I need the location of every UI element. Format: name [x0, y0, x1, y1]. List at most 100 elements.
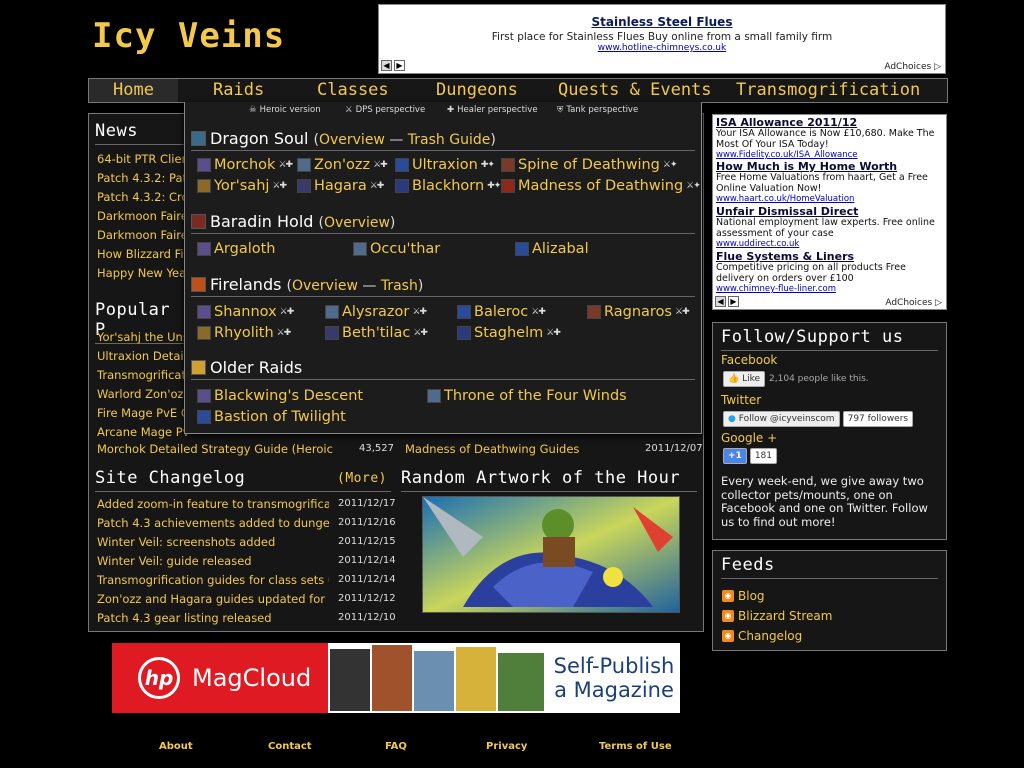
boss-link[interactable]: Staghelm ⚔✚	[457, 325, 561, 341]
side-ad-url[interactable]: www.uddirect.co.uk	[716, 239, 944, 250]
boss-link[interactable]: Throne of the Four Winds	[427, 388, 627, 404]
boss-link[interactable]: Rhyolith ⚔✚	[197, 325, 292, 341]
popular-item-link[interactable]: Warlord Zon'ozz	[97, 387, 189, 403]
news-item-link[interactable]: How Blizzard Fig	[97, 247, 189, 263]
adchoices-link[interactable]: AdChoices ▷	[885, 298, 942, 308]
nav-classes[interactable]: Classes	[317, 80, 389, 100]
role-icons: ⚔✚	[276, 328, 292, 338]
top-ad-url[interactable]: www.hotline-chimneys.co.uk	[379, 43, 945, 53]
footer-about-link[interactable]: About	[159, 741, 193, 752]
boss-link[interactable]: Spine of Deathwing ⚔✦	[501, 157, 677, 173]
popular-item-link[interactable]: Morchok Detailed Strategy Guide (Heroic …	[97, 442, 337, 456]
google-plus-label[interactable]: Google +	[721, 431, 777, 445]
boss-link[interactable]: Argaloth	[197, 241, 276, 257]
top-ad[interactable]: Stainless Steel Flues First place for St…	[378, 4, 946, 74]
facebook-like-button[interactable]: 👍 Like	[723, 371, 766, 387]
feed-link[interactable]: ◉ Blizzard Stream	[722, 609, 832, 623]
boss-link[interactable]: Blackwing's Descent	[197, 388, 363, 404]
boss-link[interactable]: Alizabal	[515, 241, 589, 257]
boss-link[interactable]: Bastion of Twilight	[197, 409, 346, 425]
changelog-item-link[interactable]: Zon'ozz and Hagara guides updated for h.…	[97, 592, 329, 606]
ad-prev-icon[interactable]: ◀	[381, 60, 392, 71]
nav-transmogrification[interactable]: Transmogrification	[736, 80, 920, 100]
changelog-item-date: 2011/12/17	[338, 498, 396, 509]
magcloud-ad[interactable]: hp MagCloud Self-Publish a Magazine	[112, 643, 680, 713]
popular-item-link[interactable]: Yor'sahj the Unsl	[97, 330, 189, 346]
ad-prev-icon[interactable]: ◀	[715, 296, 726, 307]
boss-link[interactable]: Ragnaros ⚔✚	[587, 304, 690, 320]
news-item-link[interactable]: Darkmoon Faire	[97, 228, 189, 244]
footer-contact-link[interactable]: Contact	[268, 741, 312, 752]
changelog-item-link[interactable]: Winter Veil: screenshots added	[97, 535, 329, 549]
news-item-link[interactable]: Happy New Year	[97, 266, 189, 282]
site-logo[interactable]: Icy Veins	[92, 16, 285, 56]
popular-item-link[interactable]: Transmogrificati	[97, 368, 189, 384]
dragon-soul-trash-link[interactable]: Trash Guide	[408, 132, 491, 148]
baradin-overview-link[interactable]: Overview	[324, 215, 390, 231]
boss-link[interactable]: Beth'tilac ⚔✚	[325, 325, 428, 341]
popular-item-link[interactable]: Madness of Deathwing Guides	[405, 442, 579, 456]
nav-dungeons[interactable]: Dungeons	[436, 80, 518, 100]
news-item-link[interactable]: Darkmoon Faire	[97, 209, 189, 225]
side-ad[interactable]: Flue Systems & Liners Competitive pricing…	[716, 251, 944, 295]
side-ad-title[interactable]: Unfair Dismissal Direct	[716, 206, 944, 217]
boss-link[interactable]: Blackhorn ✚✦	[395, 178, 501, 194]
boss-link[interactable]: Madness of Deathwing ⚔✦	[501, 178, 701, 194]
plus-one-button[interactable]: +1	[723, 448, 747, 464]
main-nav: Home Raids Classes Dungeons Quests & Eve…	[88, 78, 948, 103]
boss-link[interactable]: Ultraxion ✚✦	[395, 157, 495, 173]
facebook-label[interactable]: Facebook	[721, 353, 777, 367]
random-artwork-image[interactable]	[422, 496, 680, 613]
boss-portrait-icon	[395, 158, 409, 172]
firelands-overview-link[interactable]: Overview	[292, 278, 358, 294]
top-ad-title[interactable]: Stainless Steel Flues	[379, 15, 945, 29]
news-item-link[interactable]: 64-bit PTR Clien	[97, 152, 189, 168]
ad-next-icon[interactable]: ▶	[394, 60, 405, 71]
firelands-link[interactable]: Firelands	[210, 275, 281, 294]
side-ad-title[interactable]: How Much is My Home Worth	[716, 161, 944, 172]
twitter-follow-button[interactable]: ● Follow @icyveinscom	[723, 411, 840, 427]
firelands-trash-link[interactable]: Trash	[381, 278, 418, 294]
popular-item-link[interactable]: Arcane Mage PvE	[97, 425, 189, 441]
ad-next-icon[interactable]: ▶	[728, 296, 739, 307]
changelog-item-link[interactable]: Added zoom-in feature to transmogrifica.…	[97, 497, 329, 511]
changelog-item-link[interactable]: Winter Veil: guide released	[97, 554, 329, 568]
side-ad[interactable]: ISA Allowance 2011/12 Your ISA Allowance …	[716, 117, 944, 161]
dragon-soul-link[interactable]: Dragon Soul	[210, 129, 308, 148]
popular-item-link[interactable]: Ultraxion Detaile	[97, 349, 189, 365]
changelog-more-link[interactable]: (More)	[337, 471, 387, 486]
side-ad[interactable]: How Much is My Home Worth Free Home Valua…	[716, 161, 944, 205]
footer-terms-link[interactable]: Terms of Use	[599, 741, 672, 752]
side-ad[interactable]: Unfair Dismissal Direct National employme…	[716, 206, 944, 250]
adchoices-link[interactable]: AdChoices ▷	[884, 62, 941, 72]
boss-link[interactable]: Occu'thar	[353, 241, 440, 257]
boss-link[interactable]: Zon'ozz ⚔✚	[297, 157, 388, 173]
news-item-link[interactable]: Patch 4.3.2: Patc	[97, 171, 189, 187]
footer-privacy-link[interactable]: Privacy	[486, 741, 527, 752]
boss-portrait-icon	[395, 179, 409, 193]
changelog-item-link[interactable]: Patch 4.3 gear listing released	[97, 611, 329, 625]
twitter-label[interactable]: Twitter	[721, 393, 761, 407]
changelog-item-link[interactable]: Patch 4.3 achievements added to dungeo..…	[97, 516, 329, 530]
feed-link[interactable]: ◉ Changelog	[722, 629, 802, 643]
boss-link[interactable]: Baleroc ⚔✚	[457, 304, 546, 320]
feed-link[interactable]: ◉ Blog	[722, 589, 765, 603]
boss-link[interactable]: Alysrazor ⚔✚	[325, 304, 427, 320]
side-ad-title[interactable]: ISA Allowance 2011/12	[716, 117, 944, 128]
boss-link[interactable]: Yor'sahj ⚔✚	[197, 178, 287, 194]
changelog-item-link[interactable]: Transmogrification guides for class sets…	[97, 573, 329, 587]
footer-faq-link[interactable]: FAQ	[385, 741, 407, 752]
nav-raids[interactable]: Raids	[213, 80, 264, 100]
boss-link[interactable]: Shannox ⚔✚	[197, 304, 294, 320]
side-ad-title[interactable]: Flue Systems & Liners	[716, 251, 944, 262]
baradin-link[interactable]: Baradin Hold	[210, 212, 313, 231]
side-ad-url[interactable]: www.haart.co.uk/HomeValuation	[716, 194, 944, 205]
dragon-soul-overview-link[interactable]: Overview	[319, 132, 385, 148]
popular-item-link[interactable]: Fire Mage PvE Gu	[97, 406, 189, 422]
nav-home[interactable]: Home	[89, 79, 178, 102]
news-item-link[interactable]: Patch 4.3.2: Cros	[97, 190, 189, 206]
boss-link[interactable]: Morchok ⚔✚	[197, 157, 293, 173]
side-ad-url[interactable]: www.chimney-flue-liner.com	[716, 284, 944, 295]
nav-quests-events[interactable]: Quests & Events	[558, 80, 712, 100]
boss-link[interactable]: Hagara ⚔✚	[297, 178, 384, 194]
